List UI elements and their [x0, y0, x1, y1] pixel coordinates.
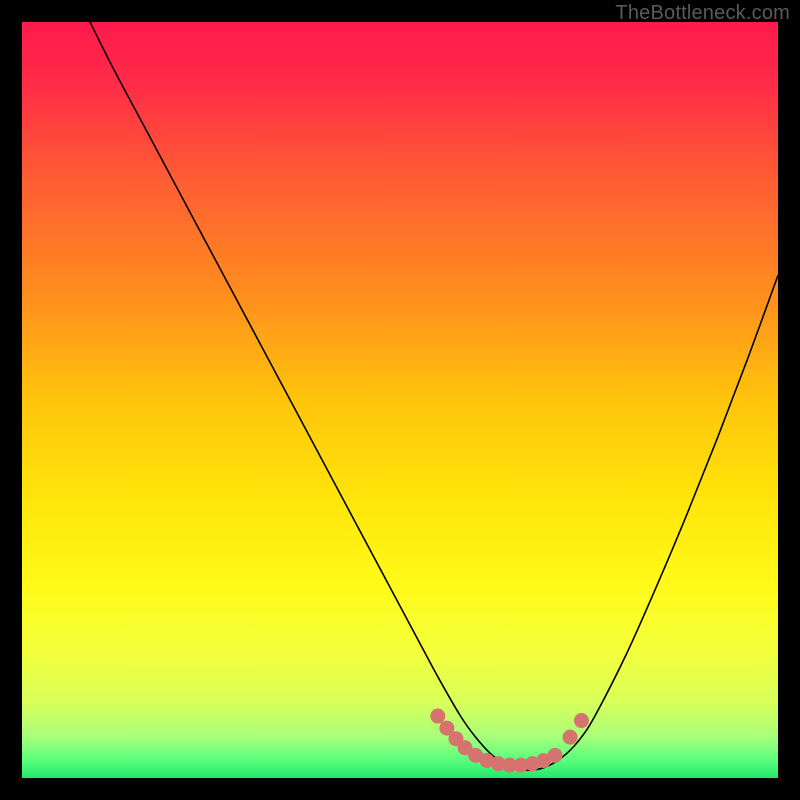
watermark-text: TheBottleneck.com	[615, 2, 790, 25]
marker-dot	[563, 730, 578, 745]
bottleneck-curve	[90, 22, 778, 770]
marker-dot	[547, 748, 562, 763]
marker-dot	[430, 709, 445, 724]
curve-layer	[22, 22, 778, 778]
plot-area	[22, 22, 778, 778]
marker-dot	[574, 713, 589, 728]
bottom-markers	[430, 709, 589, 773]
chart-frame: TheBottleneck.com	[0, 0, 800, 800]
